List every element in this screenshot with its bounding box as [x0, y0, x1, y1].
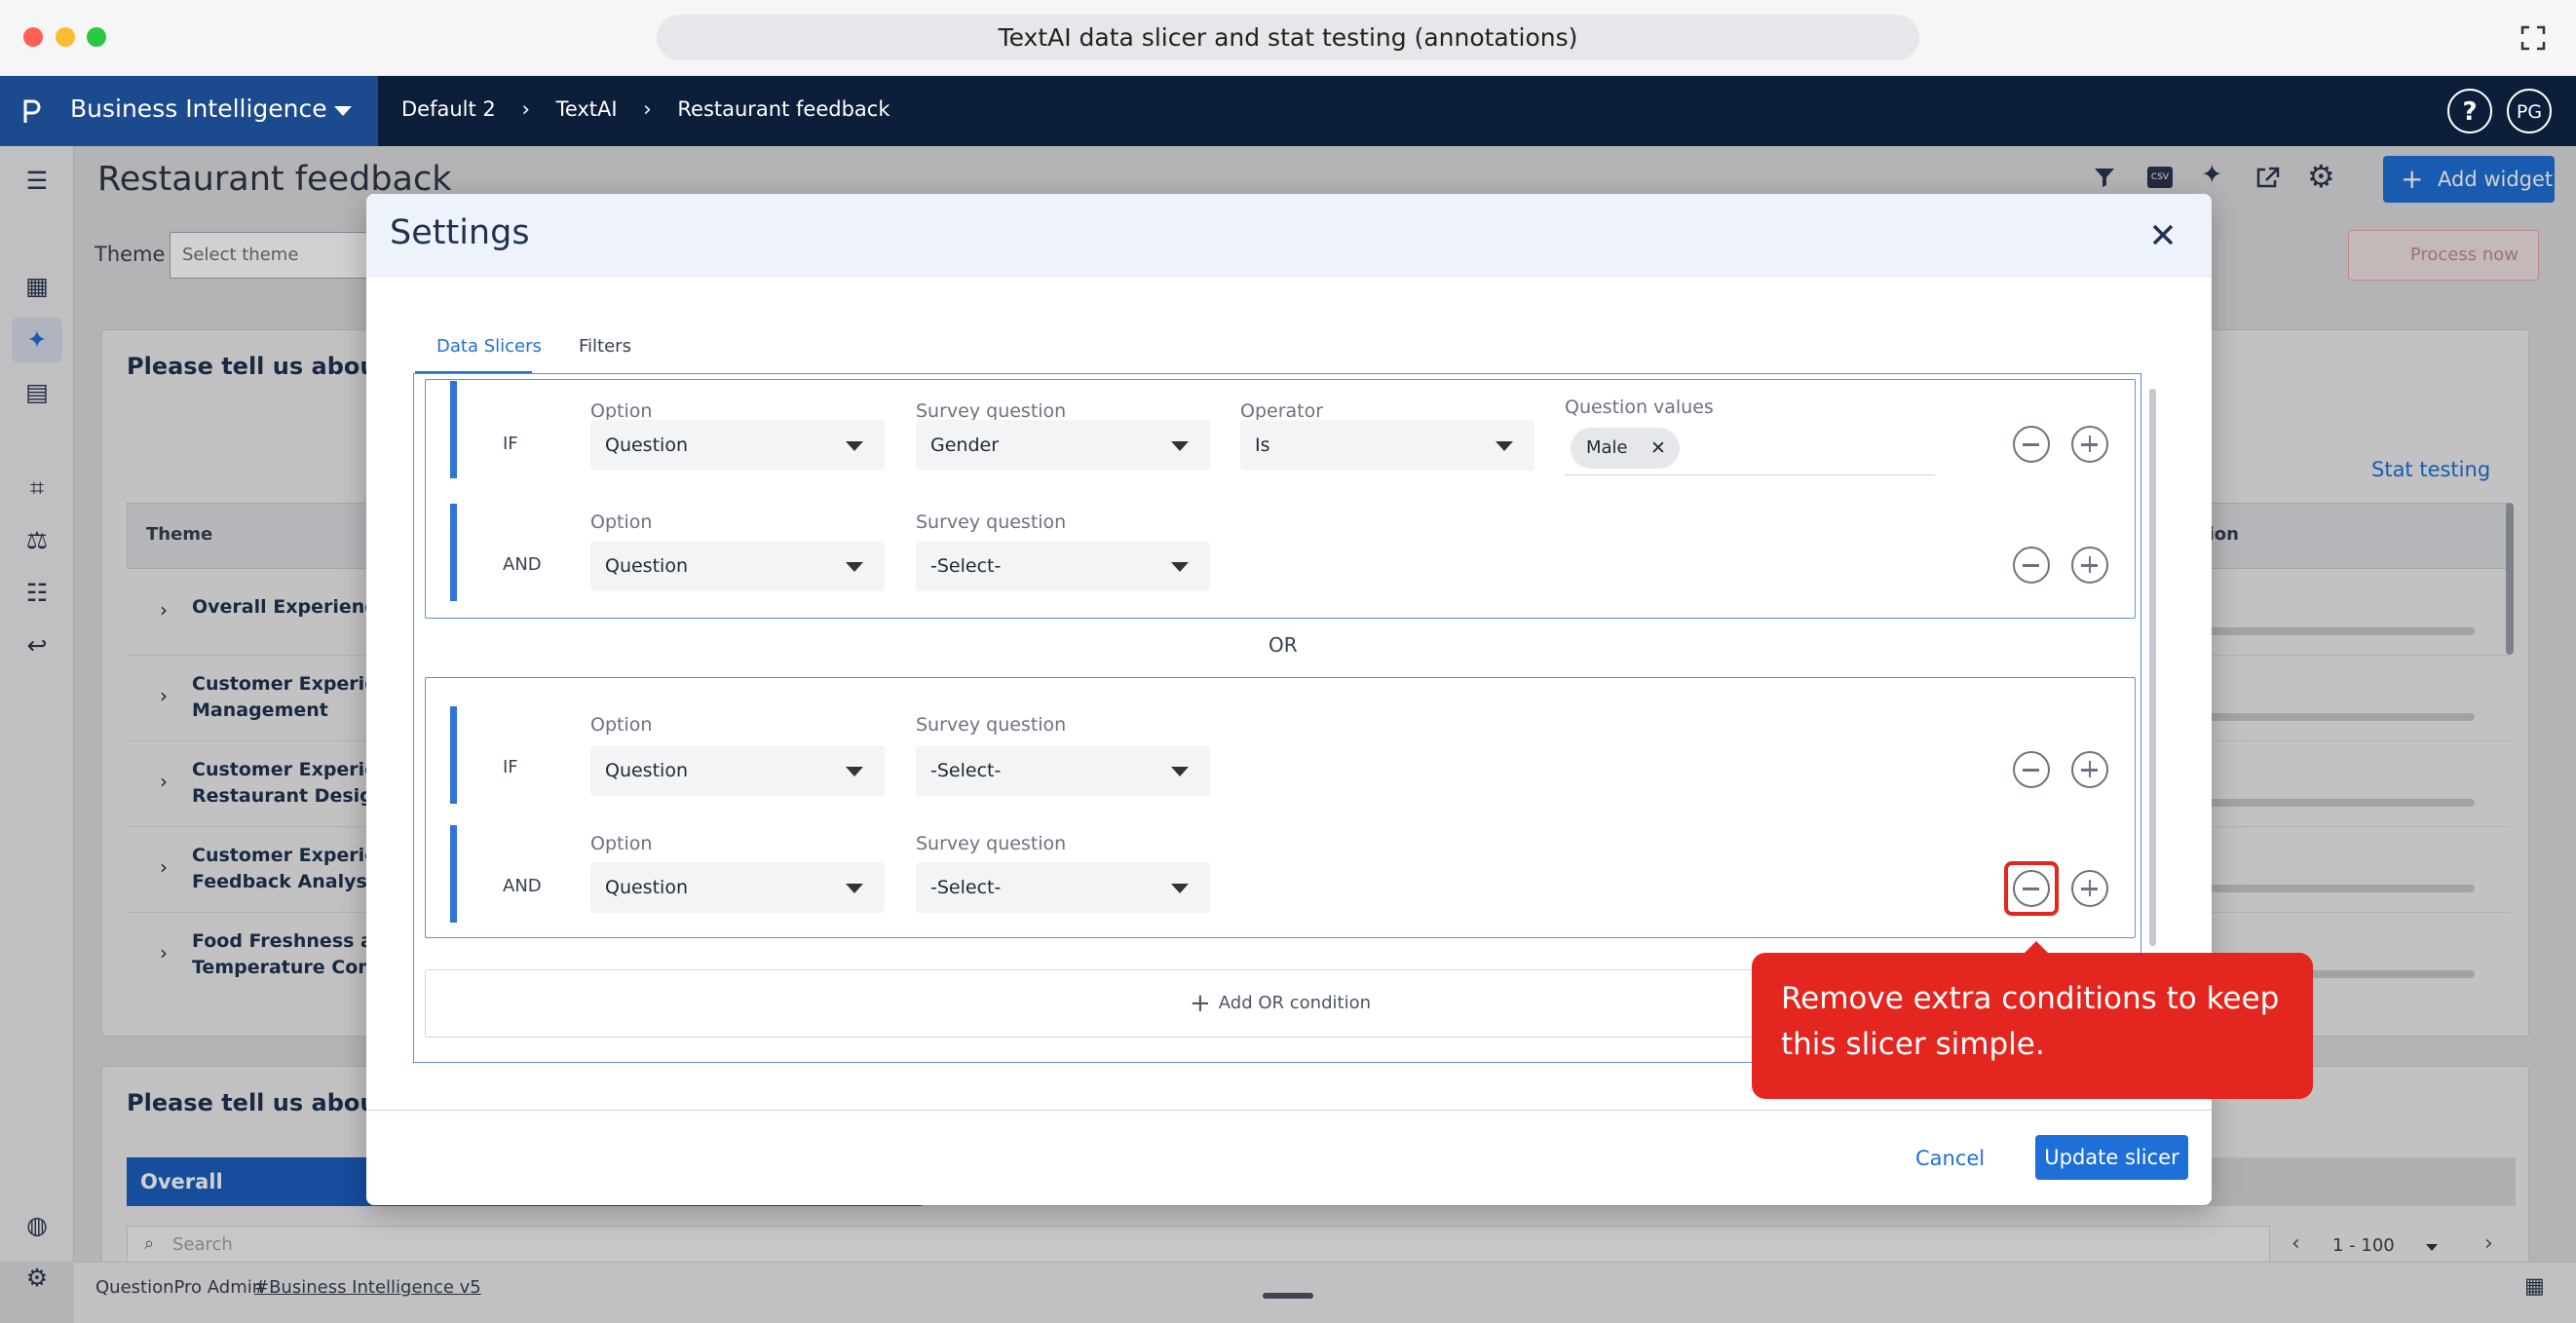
option-label: Option	[590, 714, 653, 736]
survey-question-value: -Select-	[930, 877, 1002, 898]
avatar[interactable]: PG	[2507, 89, 2552, 133]
caret-down-icon	[846, 562, 863, 572]
panel-scrollbar[interactable]	[2149, 389, 2156, 946]
survey-question-value: -Select-	[930, 555, 1002, 577]
close-window-dot[interactable]	[23, 27, 43, 47]
minus-icon	[2023, 443, 2039, 446]
condition-if: IF	[503, 757, 518, 777]
option-label: Option	[590, 511, 653, 533]
operator-value: Is	[1255, 435, 1270, 456]
caret-down-icon	[846, 767, 863, 776]
option-value: Question	[605, 877, 688, 898]
minimize-window-dot[interactable]	[56, 27, 75, 47]
value-chip: Male ✕	[1571, 428, 1680, 469]
survey-question-label: Survey question	[916, 400, 1067, 422]
modal-header: Settings	[366, 194, 2212, 278]
fullscreen-icon[interactable]	[2519, 24, 2547, 52]
remove-condition-button[interactable]	[2013, 426, 2050, 463]
condition-if: IF	[503, 434, 518, 454]
survey-question-select[interactable]: -Select-	[916, 862, 1210, 913]
add-condition-button[interactable]	[2071, 426, 2108, 463]
condition-and: AND	[503, 554, 542, 575]
option-select[interactable]: Question	[590, 862, 885, 913]
add-condition-button[interactable]	[2071, 547, 2108, 584]
breadcrumb-textai[interactable]: TextAI	[556, 97, 618, 121]
modal-title: Settings	[390, 213, 530, 252]
minus-icon	[2023, 564, 2039, 567]
cancel-button[interactable]: Cancel	[1915, 1147, 1985, 1170]
row-indicator	[450, 504, 457, 601]
minus-icon	[2023, 888, 2039, 890]
chevron-right-icon: ›	[521, 97, 530, 121]
condition-and: AND	[503, 876, 542, 896]
minus-icon	[2023, 769, 2039, 772]
row-indicator	[450, 381, 457, 478]
option-select[interactable]: Question	[590, 541, 885, 591]
remove-chip-icon[interactable]: ✕	[1650, 428, 1666, 469]
survey-question-label: Survey question	[916, 833, 1067, 854]
survey-question-label: Survey question	[916, 511, 1067, 533]
breadcrumb-default[interactable]: Default 2	[401, 97, 496, 121]
chip-label: Male	[1586, 437, 1628, 458]
option-value: Question	[605, 435, 688, 456]
tooltip-text: Remove extra conditions to keep this sli…	[1781, 981, 2280, 1062]
add-or-label: Add OR condition	[1218, 993, 1371, 1013]
help-icon[interactable]: ?	[2447, 89, 2492, 133]
logo-icon	[23, 99, 41, 123]
question-values-underline	[1565, 474, 1935, 475]
caret-down-icon	[846, 441, 863, 451]
tab-filters[interactable]: Filters	[579, 336, 631, 357]
row-indicator	[450, 706, 457, 804]
or-separator: OR	[1269, 633, 1298, 657]
brand-switcher[interactable]: Business Intelligence	[0, 76, 378, 146]
brand-dropdown-icon[interactable]	[334, 106, 352, 116]
caret-down-icon	[1171, 767, 1189, 776]
remove-condition-button[interactable]	[2013, 547, 2050, 584]
option-label: Option	[590, 400, 653, 422]
survey-question-select[interactable]: Gender	[916, 420, 1210, 471]
annotation-tooltip: Remove extra conditions to keep this sli…	[1752, 953, 2313, 1099]
survey-question-select[interactable]: -Select-	[916, 745, 1210, 796]
chevron-right-icon: ›	[643, 97, 652, 121]
caret-down-icon	[1496, 441, 1513, 451]
add-condition-button[interactable]	[2071, 751, 2108, 788]
question-values-label: Question values	[1565, 397, 1714, 418]
modal-footer-divider	[366, 1110, 2212, 1111]
breadcrumb-current: Restaurant feedback	[677, 97, 890, 121]
survey-question-select[interactable]: -Select-	[916, 541, 1210, 591]
breadcrumb: Default 2 › TextAI › Restaurant feedback	[401, 97, 890, 121]
option-value: Question	[605, 555, 688, 577]
survey-question-value: Gender	[930, 435, 1000, 456]
plus-icon: +	[1190, 989, 1211, 1018]
survey-question-label: Survey question	[916, 714, 1067, 736]
maximize-window-dot[interactable]	[87, 27, 106, 47]
row-indicator	[450, 825, 457, 923]
add-condition-button[interactable]	[2071, 870, 2108, 907]
operator-select[interactable]: Is	[1240, 420, 1534, 471]
plus-icon-vertical	[2088, 880, 2091, 896]
browser-chrome: TextAI data slicer and stat testing (ann…	[0, 0, 2576, 76]
remove-condition-button[interactable]	[2013, 870, 2050, 907]
caret-down-icon	[1171, 441, 1189, 451]
option-select[interactable]: Question	[590, 745, 885, 796]
plus-icon-vertical	[2088, 761, 2091, 777]
option-select[interactable]: Question	[590, 420, 885, 471]
survey-question-value: -Select-	[930, 760, 1002, 781]
update-slicer-button[interactable]: Update slicer	[2035, 1135, 2188, 1180]
option-label: Option	[590, 833, 653, 854]
caret-down-icon	[1171, 884, 1189, 893]
brand-name: Business Intelligence	[70, 94, 327, 123]
option-value: Question	[605, 760, 688, 781]
tab-data-slicers[interactable]: Data Slicers	[436, 336, 542, 357]
caret-down-icon	[846, 884, 863, 893]
app-header: Business Intelligence Default 2 › TextAI…	[0, 76, 2576, 146]
plus-icon-vertical	[2088, 556, 2091, 573]
caret-down-icon	[1171, 562, 1189, 572]
window-title: TextAI data slicer and stat testing (ann…	[657, 15, 1919, 60]
close-icon[interactable]	[2151, 223, 2175, 246]
remove-condition-button[interactable]	[2013, 751, 2050, 788]
operator-label: Operator	[1240, 400, 1324, 422]
plus-icon-vertical	[2088, 435, 2091, 452]
